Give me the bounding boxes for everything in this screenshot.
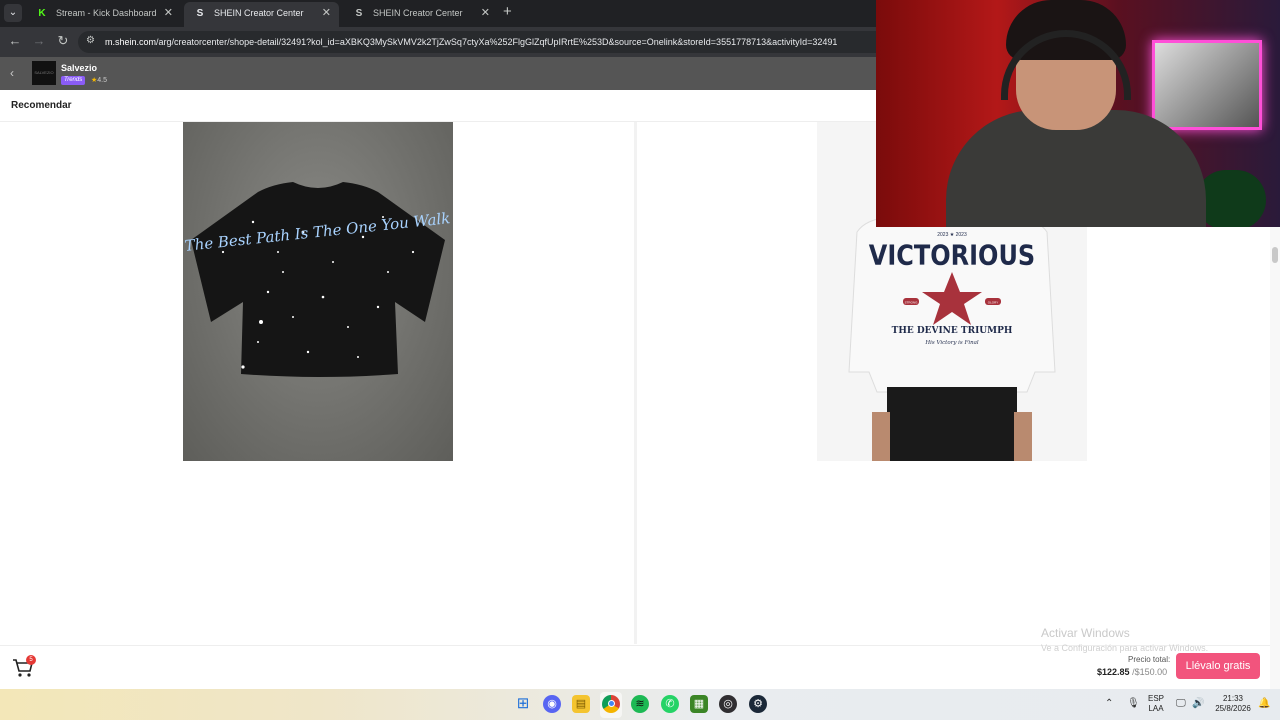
close-tab-icon[interactable]: ✕ (164, 2, 173, 25)
language-code: ESP (1147, 694, 1164, 703)
microphone-icon[interactable]: 🎙 (1127, 698, 1140, 709)
webcam-overlay (876, 0, 1280, 227)
volume-icon[interactable]: 🔊 (1192, 698, 1204, 709)
section-title: Recomendar (11, 100, 72, 111)
tab-shein-creator-center[interactable]: S SHEIN Creator Center ✕ (184, 2, 339, 27)
sweatshirt-right-badge: GLORY (988, 301, 998, 305)
store-name[interactable]: Salvezio (61, 63, 97, 73)
sweatshirt-top-text: 2023 ★ 2023 (937, 232, 967, 238)
get-it-free-button[interactable]: Llévalo gratis (1176, 653, 1260, 679)
gaming-chair-image (1196, 170, 1266, 227)
store-rating: ★4.5 (91, 76, 107, 85)
spotify-icon[interactable]: ≋ (631, 695, 649, 713)
minecraft-icon[interactable]: ▦ (690, 695, 708, 713)
tab-title: Stream - Kick Dashboard (56, 8, 157, 18)
tab-search-menu-button[interactable]: ⌄ (4, 4, 22, 22)
tshirt-illustration: The Best Path Is The One You Walk (184, 182, 451, 377)
cart-count-badge: 5 (26, 655, 36, 665)
kick-favicon-icon: K (38, 8, 46, 19)
tab-title: SHEIN Creator Center (214, 8, 304, 18)
tray-overflow-chevron-icon[interactable]: ⌃ (1105, 698, 1113, 709)
back-button[interactable]: ← (7, 33, 23, 49)
windows-start-icon[interactable]: ⊞ (514, 695, 532, 713)
rating-value: 4.5 (97, 77, 108, 84)
url-domain: m.shein.com (105, 37, 157, 47)
steam-icon[interactable]: ⚙ (749, 695, 767, 713)
tab-shein-creator-center-2[interactable]: S SHEIN Creator Center ✕ (343, 2, 498, 27)
sweatshirt-headline: VICTORIOUS (869, 240, 1035, 272)
url-text: m.shein.com/arg/creatorcenter/shope-deta… (105, 31, 837, 53)
file-explorer-icon[interactable]: ▤ (572, 695, 590, 713)
site-info-icon[interactable]: ⚙ (86, 35, 98, 47)
shein-favicon-icon: S (355, 8, 363, 19)
discord-icon[interactable]: ◉ (543, 695, 561, 713)
whatsapp-icon[interactable]: ✆ (661, 695, 679, 713)
obs-icon[interactable]: ◎ (719, 695, 737, 713)
forward-button[interactable]: → (31, 33, 47, 49)
trends-badge: Trends (61, 76, 86, 85)
back-chevron-icon[interactable]: ‹ (10, 66, 14, 80)
keyboard-layout: LAA (1148, 704, 1164, 713)
plus-icon: + (503, 3, 512, 20)
clock-date: 25/8/2026 (1215, 704, 1251, 713)
input-language[interactable]: ESP LAA (1145, 694, 1167, 714)
reload-button[interactable]: ↻ (55, 33, 71, 49)
clock[interactable]: 21:33 25/8/2026 (1210, 694, 1256, 714)
page-scrollbar[interactable] (1270, 227, 1280, 689)
clock-time: 21:33 (1222, 694, 1244, 703)
column-divider (634, 122, 637, 644)
scrollbar-thumb[interactable] (1272, 247, 1278, 263)
url-path: /arg/creatorcenter/shope-detail/32491?ko… (156, 37, 838, 47)
new-tab-button[interactable]: + (503, 3, 512, 20)
reload-icon: ↻ (57, 33, 69, 48)
sweatshirt-left-badge: STRONG (905, 301, 919, 305)
total-price-label: Precio total: (1128, 655, 1171, 664)
chrome-icon[interactable] (602, 695, 620, 713)
windows-activation-title: Activar Windows (1041, 626, 1130, 640)
store-logo[interactable]: SALVEZIO (32, 61, 56, 85)
notification-bell-icon[interactable]: 🔔 (1258, 698, 1270, 709)
tab-title: SHEIN Creator Center (373, 8, 463, 18)
product-image-tshirt[interactable]: The Best Path Is The One You Walk (183, 122, 453, 461)
sweatshirt-script-line: His Victory is Final (924, 340, 979, 346)
windows-taskbar: ⊞ ◉ ▤ ≋ ✆ ▦ ◎ ⚙ ⌃ 🎙 ESP LAA 🖵 🔊 21:33 25… (0, 689, 1280, 720)
windows-activation-hint: Ve a Configuración para activar Windows. (1041, 643, 1209, 653)
price-current: $122.85 (1097, 667, 1130, 677)
tab-kick-dashboard[interactable]: K Stream - Kick Dashboard ✕ (26, 2, 181, 27)
arrow-right-icon: → (32, 33, 46, 48)
close-tab-icon[interactable]: ✕ (322, 2, 331, 25)
shein-favicon-icon: S (196, 8, 204, 19)
price-original: /$150.00 (1132, 667, 1168, 677)
wall-poster-image (1152, 40, 1262, 130)
close-tab-icon[interactable]: ✕ (481, 2, 490, 25)
total-price: $122.85 /$150.00 (1097, 667, 1167, 677)
sweatshirt-subline: THE DEVINE TRIUMPH (892, 326, 1013, 336)
network-icon[interactable]: 🖵 (1176, 698, 1186, 709)
arrow-left-icon: ← (8, 33, 22, 48)
